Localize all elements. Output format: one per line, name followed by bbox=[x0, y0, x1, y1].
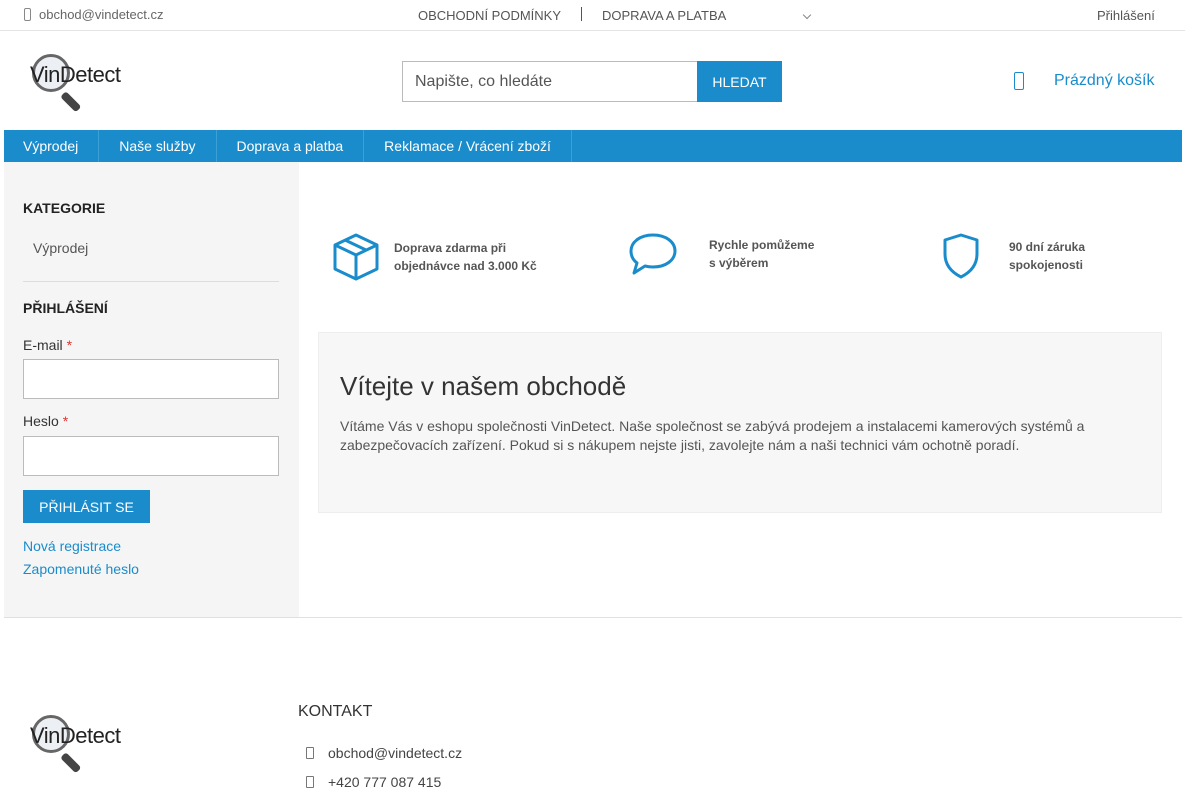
nav-item-reklamace[interactable]: Reklamace / Vrácení zboží bbox=[364, 130, 572, 162]
cart-icon[interactable] bbox=[1014, 72, 1024, 90]
password-field[interactable] bbox=[23, 436, 279, 476]
sidebar-divider bbox=[23, 281, 279, 282]
feature-text: Rychle pomůžeme s výběrem bbox=[709, 236, 814, 272]
footer-email-text[interactable]: obchod@vindetect.cz bbox=[328, 745, 462, 761]
login-title: PŘIHLÁŠENÍ bbox=[23, 300, 108, 316]
logo-text: VinDetect bbox=[30, 723, 121, 748]
welcome-box: Vítejte v našem obchodě Vítáme Vás v esh… bbox=[318, 332, 1162, 513]
magnifier-handle bbox=[60, 752, 82, 774]
password-label-text: Heslo bbox=[23, 413, 59, 429]
shipping-link[interactable]: DOPRAVA A PLATBA bbox=[602, 8, 726, 23]
register-link[interactable]: Nová registrace bbox=[23, 538, 121, 554]
login-link[interactable]: Přihlášení bbox=[1097, 8, 1155, 23]
terms-link[interactable]: OBCHODNÍ PODMÍNKY bbox=[418, 8, 561, 23]
categories-title: KATEGORIE bbox=[23, 200, 106, 216]
feature-line: Doprava zdarma při bbox=[394, 241, 507, 255]
top-links: OBCHODNÍ PODMÍNKY DOPRAVA A PLATBA bbox=[418, 6, 726, 23]
search-input[interactable] bbox=[402, 61, 697, 102]
welcome-text: Vítáme Vás v eshopu společnosti VinDetec… bbox=[340, 418, 1085, 453]
required-mark: * bbox=[62, 413, 69, 429]
password-label: Heslo * bbox=[23, 413, 68, 429]
email-field[interactable] bbox=[23, 359, 279, 399]
top-email-text[interactable]: obchod@vindetect.cz bbox=[39, 7, 164, 22]
logo[interactable]: VinDetect bbox=[30, 52, 130, 113]
category-item-vyprodej[interactable]: Výprodej bbox=[33, 240, 88, 256]
nav-item-doprava[interactable]: Doprava a platba bbox=[217, 130, 365, 162]
feature-text: 90 dní záruka spokojenosti bbox=[1009, 238, 1085, 274]
feature-line: Rychle pomůžeme bbox=[709, 238, 815, 252]
feature-line: 90 dní záruka bbox=[1009, 240, 1086, 254]
phone-icon bbox=[24, 8, 31, 21]
magnifier-handle bbox=[60, 91, 82, 113]
chat-bubble-icon bbox=[629, 233, 677, 275]
logo-text: VinDetect bbox=[30, 62, 121, 87]
cart[interactable]: Prázdný košík bbox=[1014, 72, 1154, 90]
search-bar: HLEDAT bbox=[402, 61, 782, 102]
footer-phone[interactable]: +420 777 087 415 bbox=[306, 774, 441, 790]
email-label: E-mail * bbox=[23, 337, 72, 353]
feature-guarantee: 90 dní záruka spokojenosti bbox=[941, 232, 1085, 280]
required-mark: * bbox=[66, 337, 73, 353]
forgot-password-link[interactable]: Zapomenuté heslo bbox=[23, 561, 139, 577]
email-label-text: E-mail bbox=[23, 337, 63, 353]
top-email[interactable]: obchod@vindetect.cz bbox=[24, 7, 164, 22]
feature-line: spokojenosti bbox=[1009, 258, 1084, 272]
feature-text: Doprava zdarma při objednávce nad 3.000 … bbox=[394, 239, 537, 275]
email-icon bbox=[306, 747, 314, 759]
top-divider bbox=[581, 6, 583, 21]
footer-divider bbox=[4, 617, 1182, 618]
main-nav: Výprodej Naše služby Doprava a platba Re… bbox=[4, 130, 1182, 162]
shield-icon bbox=[943, 233, 979, 279]
box-icon bbox=[333, 233, 379, 281]
footer-email[interactable]: obchod@vindetect.cz bbox=[306, 745, 462, 761]
feature-line: objednávce nad 3.000 Kč bbox=[394, 259, 537, 273]
nav-item-sluzby[interactable]: Naše služby bbox=[99, 130, 217, 162]
sidebar: KATEGORIE Výprodej PŘIHLÁŠENÍ E-mail * H… bbox=[4, 162, 299, 617]
feature-shipping: Doprava zdarma při objednávce nad 3.000 … bbox=[332, 232, 537, 282]
welcome-title: Vítejte v našem obchodě bbox=[340, 371, 627, 401]
footer-logo[interactable]: VinDetect bbox=[30, 713, 130, 774]
login-button[interactable]: PŘIHLÁSIT SE bbox=[23, 490, 150, 523]
feature-help: Rychle pomůžeme s výběrem bbox=[628, 232, 814, 276]
chevron-down-icon[interactable] bbox=[802, 10, 812, 20]
phone-icon bbox=[306, 776, 314, 788]
nav-item-vyprodej[interactable]: Výprodej bbox=[4, 130, 100, 162]
search-button[interactable]: HLEDAT bbox=[697, 61, 782, 102]
feature-line: s výběrem bbox=[709, 256, 769, 270]
top-bar: obchod@vindetect.cz OBCHODNÍ PODMÍNKY DO… bbox=[0, 0, 1185, 31]
footer-phone-text[interactable]: +420 777 087 415 bbox=[328, 774, 441, 790]
cart-label[interactable]: Prázdný košík bbox=[1054, 72, 1154, 90]
contact-title: KONTAKT bbox=[298, 703, 373, 720]
